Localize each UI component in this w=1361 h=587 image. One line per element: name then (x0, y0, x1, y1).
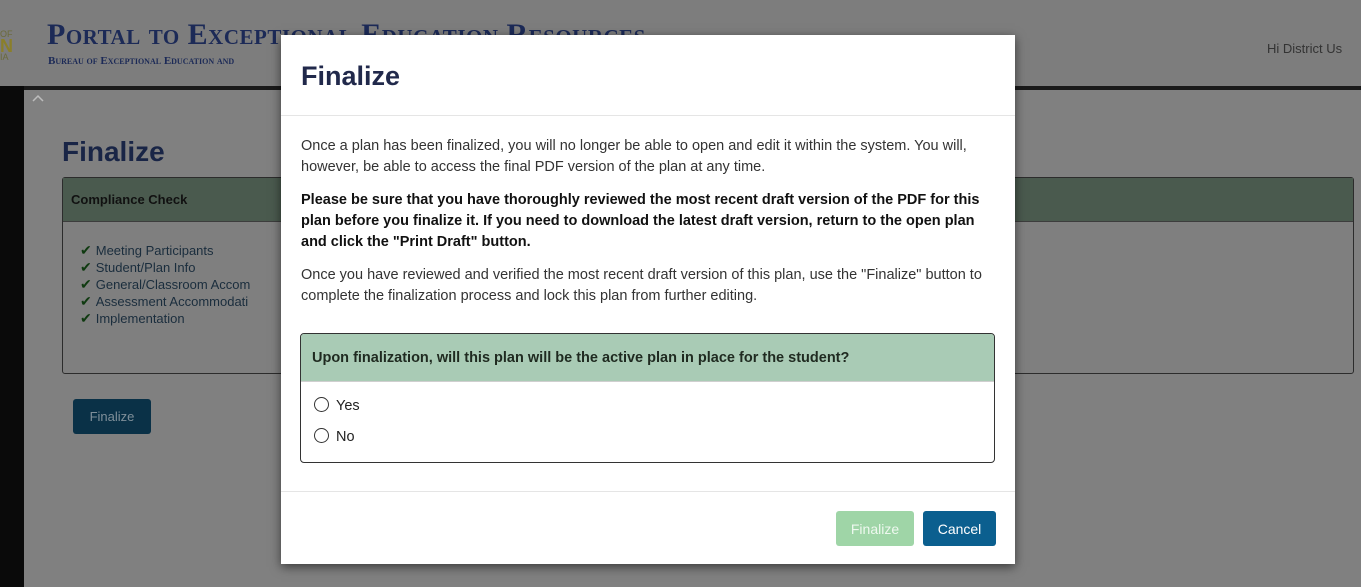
checkmark-icon: ✔ (80, 310, 92, 326)
partial-logo: OF N IA (0, 30, 20, 70)
modal-title: Finalize (301, 61, 401, 91)
finalize-instruction-text: Once you have reviewed and verified the … (301, 267, 982, 304)
list-item: ✔ Implementation (80, 310, 250, 327)
finalize-warning-text: Once a plan has been finalized, you will… (301, 138, 967, 175)
page-frame: OF N IA Portal to Exceptional Education … (0, 0, 1361, 587)
user-greeting[interactable]: Hi District Us (1267, 41, 1342, 56)
page-title: Finalize (62, 136, 165, 167)
check-label: Student/Plan Info (95, 260, 196, 275)
checkmark-icon: ✔ (80, 242, 92, 258)
modal-header: Finalize (281, 35, 1015, 116)
cancel-button[interactable]: Cancel (923, 511, 996, 546)
modal-body: Once a plan has been finalized, you will… (301, 136, 995, 319)
brand-subtitle: Bureau of Exceptional Education and (48, 55, 235, 67)
checkmark-icon: ✔ (80, 276, 92, 292)
check-label: Assessment Accommodati (95, 294, 249, 309)
radio-yes[interactable]: Yes (314, 397, 360, 417)
active-plan-question-panel: Upon finalization, will this plan will b… (300, 333, 995, 463)
radio-button-yes[interactable] (314, 397, 329, 412)
modal-footer: Finalize Cancel (281, 491, 1015, 565)
list-item: ✔ Meeting Participants (80, 242, 250, 259)
list-item: ✔ Student/Plan Info (80, 259, 250, 276)
check-label: Implementation (95, 311, 185, 326)
check-label: Meeting Participants (95, 243, 214, 258)
list-item: ✔ General/Classroom Accom (80, 276, 250, 293)
question-header: Upon finalization, will this plan will b… (301, 334, 994, 382)
compliance-panel-title: Compliance Check (71, 192, 188, 207)
radio-button-no[interactable] (314, 428, 329, 443)
radio-label-yes: Yes (336, 398, 360, 414)
left-bar (0, 86, 24, 587)
checkmark-icon: ✔ (80, 259, 92, 275)
compliance-check-list: ✔ Meeting Participants ✔ Student/Plan Info… (80, 242, 250, 327)
logo-text-2: N (0, 36, 13, 56)
finalize-modal: Finalize Once a plan has been finalized,… (281, 35, 1015, 564)
chevron-up-icon[interactable] (31, 90, 47, 104)
question-text: Upon finalization, will this plan will b… (312, 350, 850, 366)
radio-label-no: No (336, 429, 355, 445)
checkmark-icon: ✔ (80, 293, 92, 309)
background-finalize-button[interactable]: Finalize (73, 399, 151, 434)
list-item: ✔ Assessment Accommodati (80, 293, 250, 310)
check-label: General/Classroom Accom (95, 277, 251, 292)
radio-no[interactable]: No (314, 428, 355, 448)
review-draft-text: Please be sure that you have thoroughly … (301, 192, 980, 250)
finalize-button[interactable]: Finalize (836, 511, 914, 546)
